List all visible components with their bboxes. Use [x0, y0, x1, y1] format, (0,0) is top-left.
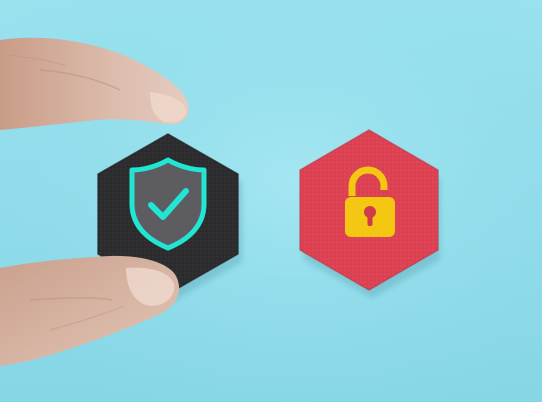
photo [0, 0, 542, 402]
scene-canvas [0, 0, 542, 402]
shield-check-icon [129, 157, 207, 251]
